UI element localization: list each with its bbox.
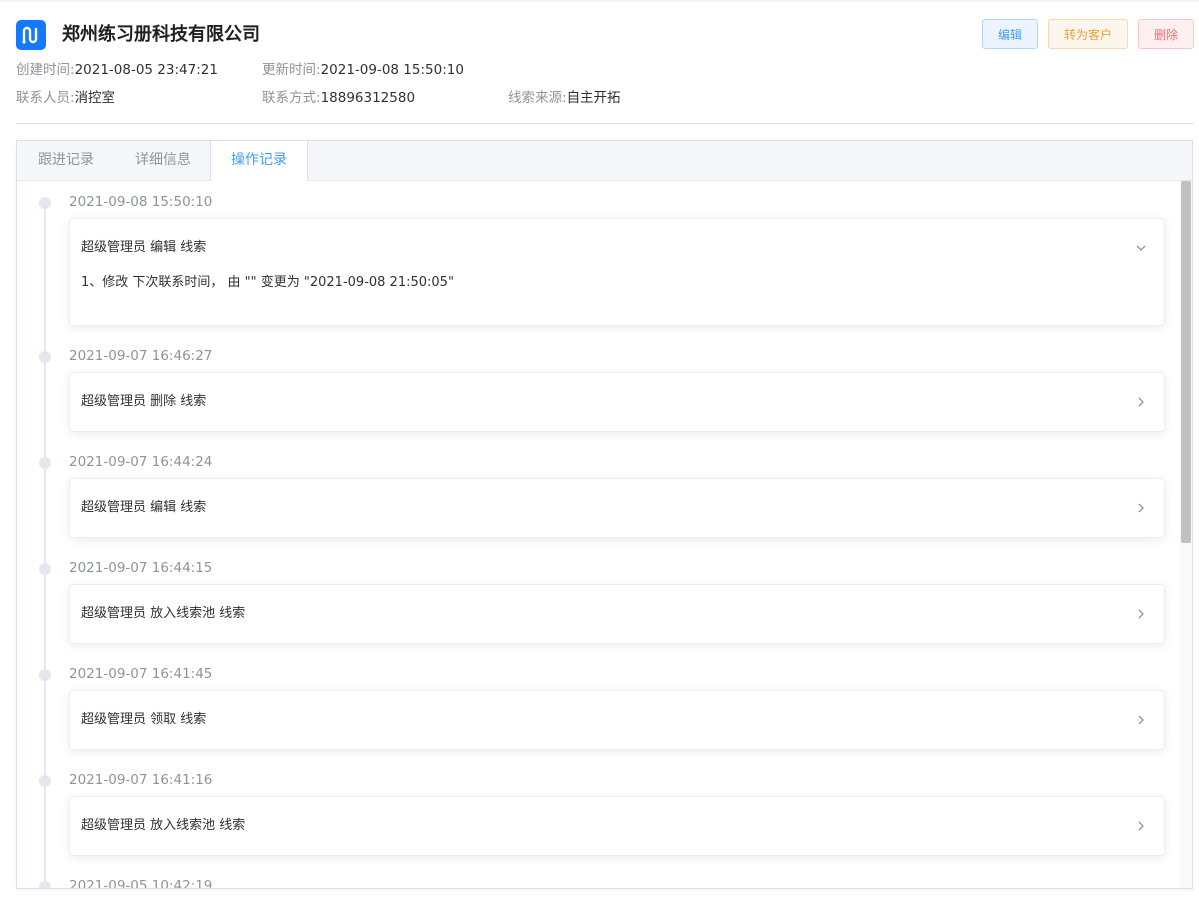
- company-name: 郑州练习册科技有限公司: [62, 24, 260, 45]
- timeline-timestamp: 2021-09-07 16:41:45: [69, 666, 213, 682]
- timeline-dot: [39, 457, 51, 469]
- timeline-timestamp: 2021-09-08 15:50:10: [69, 194, 213, 210]
- timeline-dot: [39, 881, 51, 888]
- chevron-down-icon[interactable]: [1134, 241, 1148, 255]
- top-border: [0, 0, 1199, 2]
- tab-details[interactable]: 详细信息: [115, 141, 211, 180]
- chevron-right-icon[interactable]: [1134, 607, 1148, 621]
- chevron-right-icon[interactable]: [1134, 713, 1148, 727]
- edit-button[interactable]: 编辑: [982, 19, 1038, 49]
- updated-time-value: 2021-09-08 15:50:10: [320, 62, 464, 78]
- lead-source-label: 线索来源:: [508, 90, 567, 106]
- created-time-value: 2021-08-05 23:47:21: [74, 62, 218, 78]
- timeline-container: 2021-09-08 15:50:10 超级管理员 编辑 线索 1、修改 下次联…: [17, 181, 1180, 889]
- header-actions: 编辑 转为客户 删除: [982, 19, 1194, 49]
- timeline-timestamp: 2021-09-07 16:46:27: [69, 348, 213, 364]
- chevron-right-icon[interactable]: [1134, 501, 1148, 515]
- timeline-entry[interactable]: 超级管理员 放入线索池 线索: [69, 584, 1165, 644]
- contact-phone: 联系方式:18896312580: [262, 88, 415, 108]
- delete-button[interactable]: 删除: [1138, 19, 1194, 49]
- timeline-dot: [39, 197, 51, 209]
- entry-title: 超级管理员 领取 线索: [81, 712, 207, 727]
- entry-title: 超级管理员 编辑 线索: [81, 500, 207, 515]
- timeline-dot: [39, 351, 51, 363]
- contact-phone-label: 联系方式:: [262, 90, 321, 106]
- entry-title: 超级管理员 编辑 线索: [81, 240, 207, 255]
- tab-operation-log[interactable]: 操作记录: [210, 141, 308, 181]
- timeline-dot: [39, 563, 51, 575]
- timeline-entry[interactable]: 超级管理员 编辑 线索: [69, 478, 1165, 538]
- lead-source-value: 自主开拓: [566, 90, 621, 106]
- timeline-timestamp: 2021-09-07 16:41:16: [69, 772, 213, 788]
- entry-detail: 1、修改 下次联系时间， 由 "" 变更为 "2021-09-08 21:50:…: [81, 275, 454, 290]
- scrollbar-thumb[interactable]: [1181, 181, 1191, 543]
- entry-title: 超级管理员 删除 线索: [81, 394, 207, 409]
- timeline-timestamp: 2021-09-07 16:44:24: [69, 454, 213, 470]
- created-time: 创建时间:2021-08-05 23:47:21: [16, 60, 218, 80]
- chevron-right-icon[interactable]: [1134, 819, 1148, 833]
- timeline-timestamp: 2021-09-05 10:42:19: [69, 878, 213, 889]
- created-time-label: 创建时间:: [16, 62, 75, 78]
- timeline-dot: [39, 669, 51, 681]
- entry-title: 超级管理员 放入线索池 线索: [81, 818, 246, 833]
- tab-follow-up[interactable]: 跟进记录: [17, 141, 115, 180]
- tab-bar: 跟进记录 详细信息 操作记录: [17, 141, 1192, 181]
- contact-phone-value: 18896312580: [320, 90, 416, 106]
- contact-person: 联系人员:消控室: [16, 88, 115, 108]
- header-divider: [16, 123, 1194, 124]
- updated-time: 更新时间:2021-09-08 15:50:10: [262, 60, 464, 80]
- timeline-entry[interactable]: 超级管理员 放入线索池 线索: [69, 796, 1165, 856]
- timeline-dot: [39, 775, 51, 787]
- timeline-timestamp: 2021-09-07 16:44:15: [69, 560, 213, 576]
- chevron-right-icon[interactable]: [1134, 395, 1148, 409]
- lead-source: 线索来源:自主开拓: [508, 88, 621, 108]
- convert-to-customer-button[interactable]: 转为客户: [1048, 19, 1128, 49]
- timeline-entry[interactable]: 超级管理员 领取 线索: [69, 690, 1165, 750]
- entry-title: 超级管理员 放入线索池 线索: [81, 606, 246, 621]
- tabs-card: 跟进记录 详细信息 操作记录 2021-09-08 15:50:10 超级管理员…: [16, 140, 1193, 889]
- contact-person-label: 联系人员:: [16, 90, 75, 106]
- updated-time-label: 更新时间:: [262, 62, 321, 78]
- timeline-entry[interactable]: 超级管理员 编辑 线索 1、修改 下次联系时间， 由 "" 变更为 "2021-…: [69, 218, 1165, 326]
- lead-header: 郑州练习册科技有限公司 编辑 转为客户 删除 创建时间:2021-08-05 2…: [16, 18, 1194, 122]
- timeline-entry[interactable]: 超级管理员 删除 线索: [69, 372, 1165, 432]
- contact-person-value: 消控室: [74, 90, 116, 106]
- app-logo-icon: [16, 20, 46, 50]
